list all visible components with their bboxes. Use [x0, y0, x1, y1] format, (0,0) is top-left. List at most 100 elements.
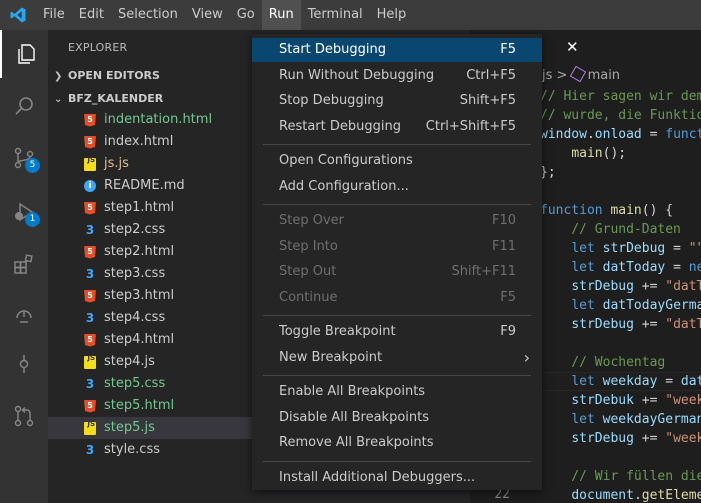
pull-requests-icon[interactable] — [0, 392, 48, 440]
code-line: let strDebug = ""; — [571, 241, 701, 256]
html-file-icon: 5 — [84, 245, 96, 259]
menu-help[interactable]: Help — [370, 0, 414, 30]
menu-item-restart-debugging[interactable]: Restart Debugging Ctrl+Shift+F5 — [252, 115, 542, 139]
code-line: strDebug += "weekd — [571, 431, 701, 446]
menu-separator — [263, 204, 531, 205]
menu-item-shortcut: Shift+F11 — [451, 264, 516, 279]
menu-item-label: Continue — [279, 289, 338, 305]
menu-item-continue: Continue F5 — [252, 286, 542, 310]
explorer-icon[interactable] — [0, 30, 48, 78]
menu-item-disable-all-breakpoints[interactable]: Disable All Breakpoints — [252, 406, 542, 430]
menu-item-run-without-debugging[interactable]: Run Without Debugging Ctrl+F5 — [252, 64, 542, 88]
menu-item-label: Toggle Breakpoint — [279, 324, 396, 339]
menu-item-step-into: Step Into F11 — [252, 235, 542, 259]
run-debug-icon[interactable]: 1 — [0, 188, 48, 236]
extensions-icon[interactable] — [0, 240, 48, 288]
menu-selection[interactable]: Selection — [111, 0, 185, 30]
breadcrumb-file[interactable]: js — [542, 68, 552, 83]
code-line: strDebuk += "weekd — [571, 393, 701, 408]
menu-edit[interactable]: Edit — [72, 0, 111, 30]
search-icon[interactable] — [0, 82, 48, 130]
css-file-icon: 3 — [85, 311, 95, 325]
html-file-icon: 5 — [84, 113, 96, 127]
code-line: // Wochentag — [540, 355, 666, 370]
menu-item-label: New Breakpoint — [279, 349, 383, 365]
css-file-icon: 3 — [85, 267, 95, 281]
menu-item-step-out: Step Out Shift+F11 — [252, 260, 542, 284]
code-line: // Wir füllen die — [540, 469, 701, 484]
code-line: // wurde, die Funktion — [540, 108, 701, 123]
menu-item-shortcut: F5 — [500, 289, 516, 305]
file-name: indentation.html — [104, 112, 213, 127]
menu-item-label: Step Over — [279, 213, 344, 228]
menu-item-shortcut: Ctrl+Shift+F5 — [425, 118, 516, 134]
menu-item-label: Step Out — [279, 264, 337, 279]
menu-item-toggle-breakpoint[interactable]: Toggle Breakpoint F9 — [252, 320, 542, 344]
folder-label: BFZ_KALENDER — [68, 92, 164, 105]
js-file-icon: JS — [84, 420, 96, 435]
menu-item-remove-all-breakpoints[interactable]: Remove All Breakpoints — [252, 431, 542, 455]
file-name: index.html — [104, 134, 174, 149]
file-name: js.js — [104, 156, 129, 171]
menu-terminal[interactable]: Terminal — [301, 0, 370, 30]
menu-item-label: Enable All Breakpoints — [279, 384, 426, 399]
menu-separator — [263, 460, 531, 462]
menu-item-label: Remove All Breakpoints — [279, 435, 434, 450]
file-name: step3.css — [104, 266, 166, 281]
js-file-icon: JS — [84, 354, 96, 369]
file-name: step4.css — [104, 310, 166, 325]
menu-item-shortcut: F5 — [500, 42, 516, 57]
menu-view[interactable]: View — [185, 0, 230, 30]
code-line: let datToday = new — [571, 260, 701, 275]
menu-item-label: Stop Debugging — [279, 93, 384, 108]
code-line: main(); — [571, 146, 627, 161]
run-menu-dropdown: Start Debugging F5 Run Without Debugging Ct… — [252, 34, 542, 490]
sidebar-title: EXPLORER — [68, 41, 128, 54]
menu-item-stop-debugging[interactable]: Stop Debugging Shift+F5 — [252, 89, 542, 113]
code-line: window.onload = functi — [540, 127, 701, 142]
source-control-badge: 5 — [25, 158, 40, 173]
css-file-icon: 3 — [85, 377, 95, 391]
file-name: step1.html — [104, 200, 175, 215]
menu-item-enable-all-breakpoints[interactable]: Enable All Breakpoints — [252, 380, 542, 404]
menu-item-start-debugging[interactable]: Start Debugging F5 — [252, 38, 542, 62]
file-name: step4.html — [104, 332, 175, 347]
source-control-icon[interactable]: 5 — [0, 134, 48, 182]
code-line: let datTodayGerman — [571, 298, 701, 313]
chevron-right-icon: ❯ — [54, 71, 63, 82]
menu-item-add-configuration[interactable]: Add Configuration... — [252, 175, 542, 199]
breadcrumb-symbol[interactable]: main — [588, 68, 620, 83]
file-name: step5.css — [104, 376, 166, 391]
menu-go[interactable]: Go — [230, 0, 262, 30]
file-name: step2.html — [104, 244, 175, 259]
menu-item-label: Start Debugging — [279, 42, 386, 57]
menu-item-shortcut: F11 — [491, 238, 516, 254]
menu-run[interactable]: Run — [261, 0, 301, 30]
remote-explorer-icon[interactable] — [0, 290, 48, 338]
menu-item-open-configurations[interactable]: Open Configurations — [252, 149, 542, 173]
open-editors-label: OPEN EDITORS — [68, 69, 160, 82]
menu-separator — [263, 315, 531, 316]
menu-item-install-additional-debuggers[interactable]: Install Additional Debuggers... — [252, 466, 542, 490]
code-line: document.getElemen — [571, 488, 701, 503]
timeline-icon[interactable] — [0, 340, 48, 388]
file-name: step5.js — [104, 420, 155, 435]
code-line: // Hier sagen wir dem — [540, 89, 701, 104]
js-file-icon: JS — [84, 156, 96, 171]
menu-item-new-breakpoint[interactable]: New Breakpoint › — [252, 346, 542, 370]
html-file-icon: 5 — [84, 135, 96, 149]
menu-item-step-over: Step Over F10 — [252, 209, 542, 233]
html-file-icon: 5 — [84, 333, 96, 347]
chevron-right-icon: › — [523, 347, 530, 367]
code-line: let weekdayGerman — [571, 412, 701, 427]
menu-item-label: Restart Debugging — [279, 118, 401, 134]
code-line: let weekday = datT — [571, 374, 701, 389]
html-file-icon: 5 — [84, 289, 96, 303]
code-line: }; — [540, 165, 556, 180]
run-debug-badge: 1 — [25, 212, 40, 227]
code-line: strDebug += "datTo — [571, 317, 701, 332]
menu-item-label: Open Configurations — [279, 153, 413, 168]
close-icon[interactable]: ✕ — [566, 38, 579, 56]
menu-file[interactable]: File — [36, 0, 72, 30]
menu-item-label: Step Into — [279, 238, 338, 254]
